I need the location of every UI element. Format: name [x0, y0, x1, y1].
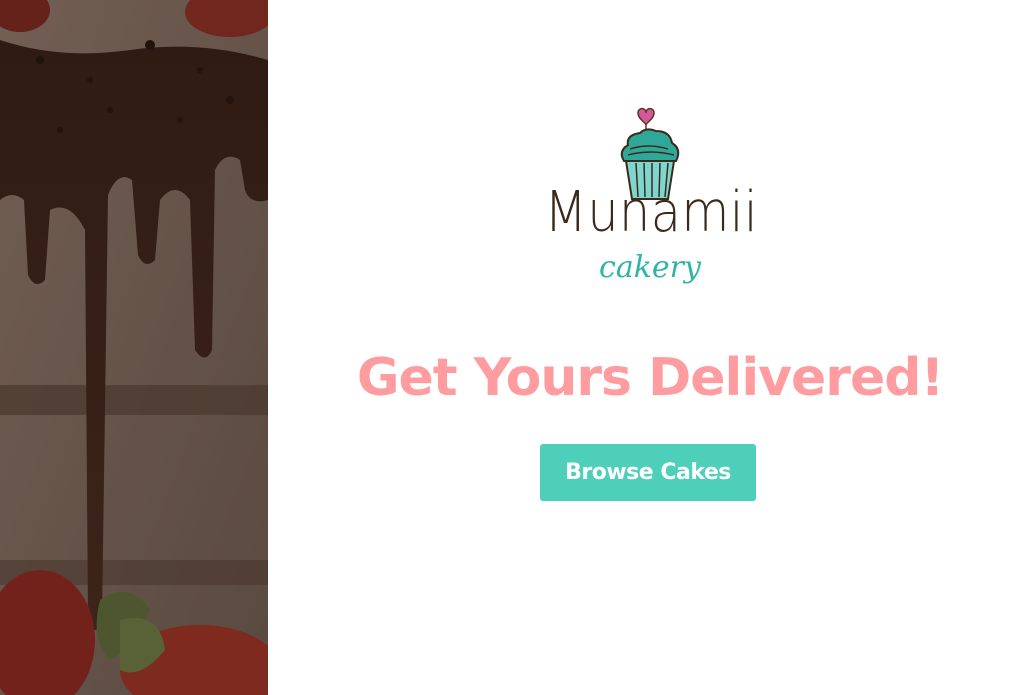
brand-logo[interactable]: Munamii cakery: [530, 103, 770, 298]
brand-name: Munamii: [544, 180, 759, 245]
page-headline: Get Yours Delivered!: [356, 348, 944, 408]
hero-cake-image: [0, 0, 268, 695]
main-content: Munamii cakery Get Yours Delivered! Brow…: [268, 0, 1012, 695]
browse-cakes-button[interactable]: Browse Cakes: [540, 444, 756, 501]
brand-tagline: cakery: [599, 250, 701, 285]
